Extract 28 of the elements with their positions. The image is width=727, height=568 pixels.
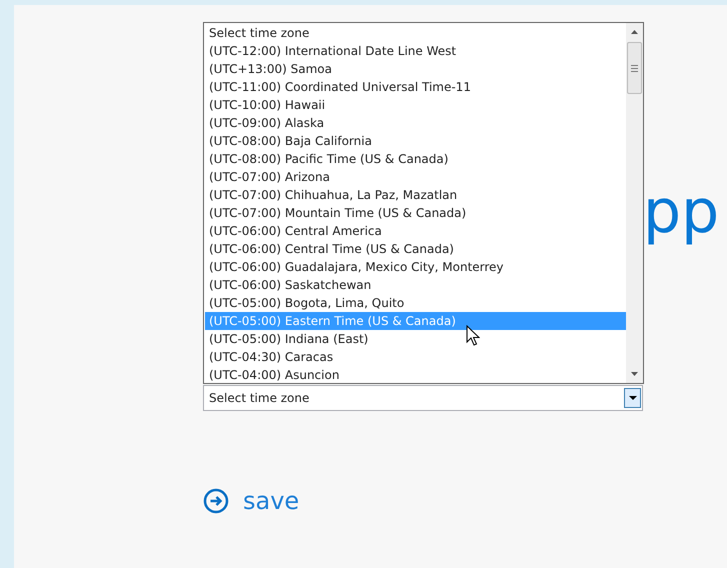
- page-heading: pp: [643, 177, 720, 247]
- scroll-down-icon[interactable]: [631, 372, 638, 376]
- scrollbar[interactable]: [626, 23, 643, 383]
- timezone-option[interactable]: (UTC-07:00) Arizona: [205, 168, 626, 186]
- timezone-option[interactable]: (UTC-06:00) Saskatchewan: [205, 276, 626, 294]
- timezone-option[interactable]: (UTC-09:00) Alaska: [205, 114, 626, 132]
- timezone-option[interactable]: (UTC-05:00) Bogota, Lima, Quito: [205, 294, 626, 312]
- scroll-thumb[interactable]: [627, 42, 642, 94]
- timezone-option[interactable]: (UTC-08:00) Pacific Time (US & Canada): [205, 150, 626, 168]
- timezone-option[interactable]: (UTC-05:00) Indiana (East): [205, 330, 626, 348]
- timezone-option[interactable]: Select time zone: [205, 24, 626, 42]
- timezone-option[interactable]: (UTC-06:00) Central Time (US & Canada): [205, 240, 626, 258]
- timezone-option[interactable]: (UTC-04:00) Asuncion: [205, 366, 626, 384]
- timezone-option[interactable]: (UTC-04:30) Caracas: [205, 348, 626, 366]
- timezone-option[interactable]: (UTC-07:00) Mountain Time (US & Canada): [205, 204, 626, 222]
- save-button[interactable]: save: [203, 488, 300, 514]
- arrow-circle-icon: [203, 488, 229, 514]
- timezone-option[interactable]: (UTC-06:00) Guadalajara, Mexico City, Monterrey: [205, 258, 626, 276]
- timezone-option[interactable]: (UTC-12:00) International Date Line West: [205, 42, 626, 60]
- timezone-option[interactable]: (UTC-07:00) Chihuahua, La Paz, Mazatlan: [205, 186, 626, 204]
- timezone-option[interactable]: (UTC-11:00) Coordinated Universal Time-11: [205, 78, 626, 96]
- scroll-up-icon[interactable]: [631, 30, 638, 34]
- mouse-pointer-icon: [466, 325, 480, 346]
- timezone-select[interactable]: Select time zone: [203, 385, 643, 411]
- timezone-option[interactable]: (UTC-06:00) Central America: [205, 222, 626, 240]
- timezone-option[interactable]: (UTC-08:00) Baja California: [205, 132, 626, 150]
- timezone-option[interactable]: (UTC-10:00) Hawaii: [205, 96, 626, 114]
- timezone-option[interactable]: (UTC+13:00) Samoa: [205, 60, 626, 78]
